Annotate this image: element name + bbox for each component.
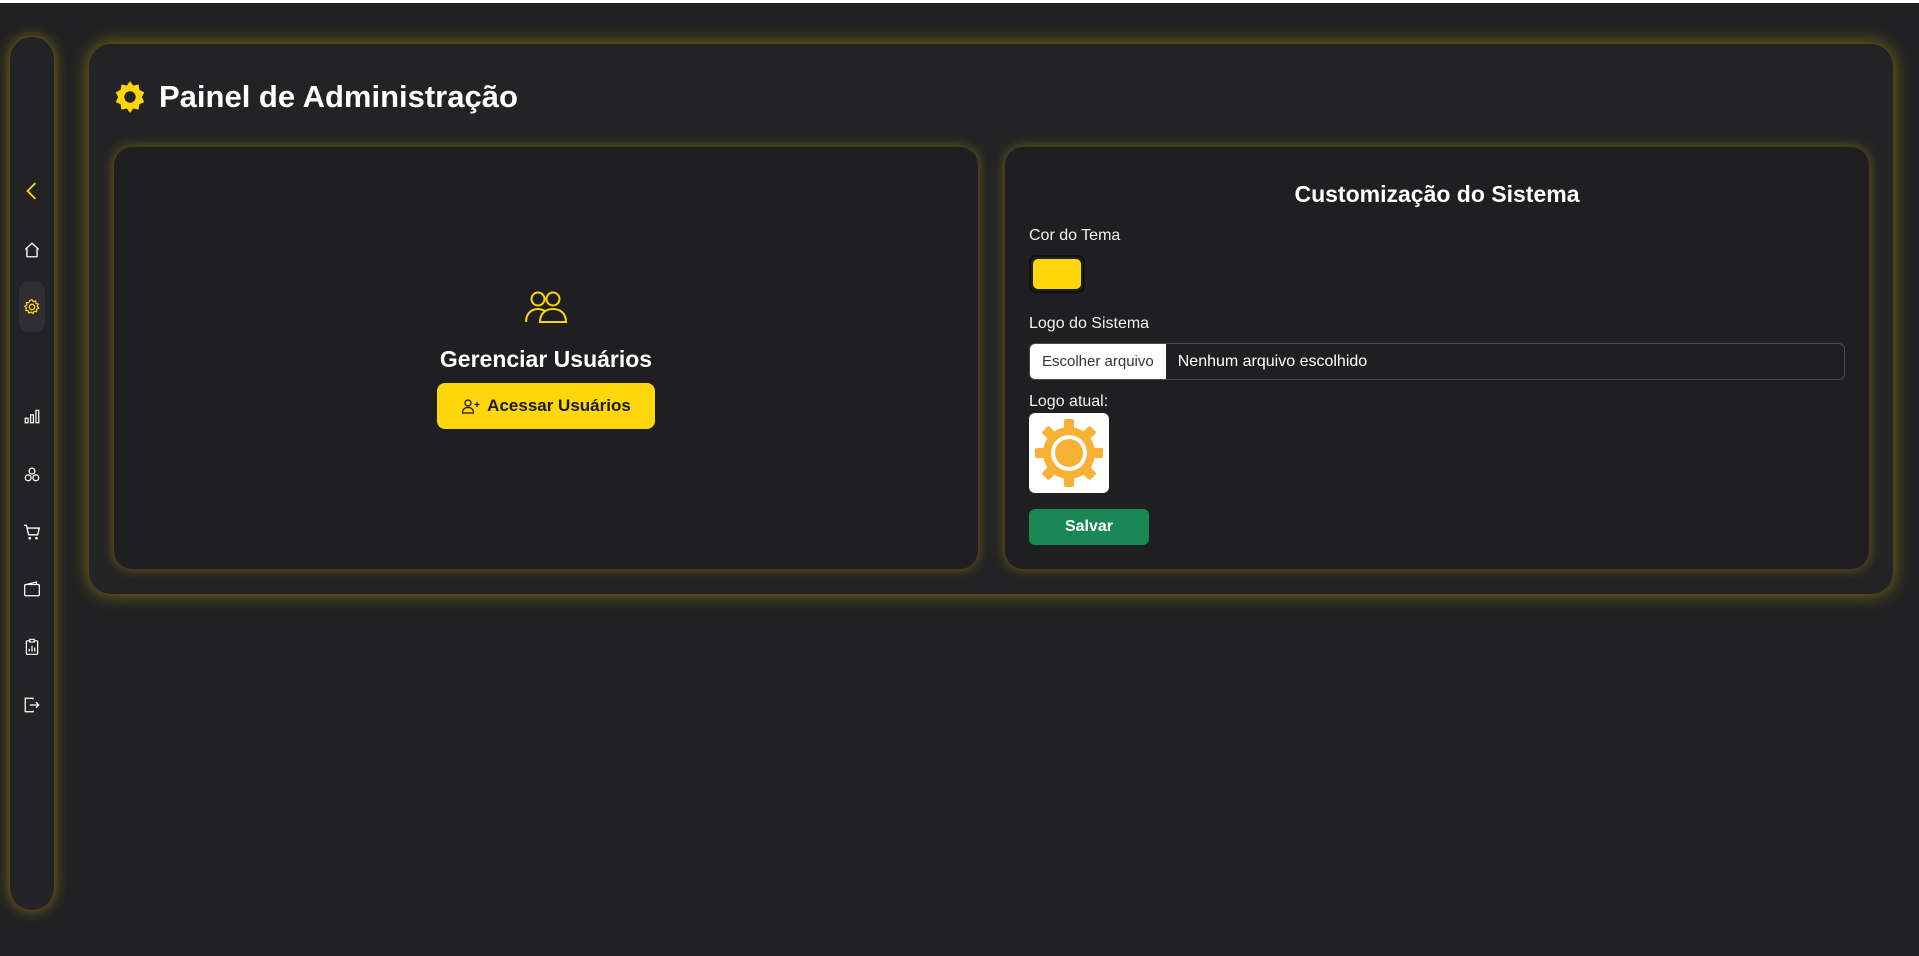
person-plus-icon <box>462 399 480 414</box>
logo-file-input[interactable]: Escolher arquivo Nenhum arquivo escolhid… <box>1029 343 1845 380</box>
current-logo-label: Logo atual: <box>1029 393 1109 410</box>
manage-users-card: Gerenciar Usuários Acessar Usuários <box>114 147 978 569</box>
sidebar-item-cart[interactable] <box>19 519 45 545</box>
boxes-icon <box>24 467 40 482</box>
logo-label: Logo do Sistema <box>1029 315 1150 332</box>
admin-panel: Painel de Administração Gerenciar Usuári… <box>89 44 1893 594</box>
users-icon-wrapper <box>524 289 568 330</box>
page-title-text: Painel de Administração <box>159 79 518 114</box>
theme-color-picker[interactable] <box>1029 255 1085 293</box>
window-top-edge <box>0 0 1919 3</box>
gear-logo-icon <box>1035 419 1103 487</box>
gear-icon <box>115 81 145 113</box>
customization-card: Customização do Sistema Cor do Tema Logo… <box>1005 147 1869 569</box>
sidebar-item-admin[interactable] <box>19 282 45 332</box>
sidebar-item-products[interactable] <box>19 462 45 488</box>
users-icon <box>525 291 568 323</box>
wallet-icon <box>24 581 40 597</box>
sidebar-item-home[interactable] <box>19 237 45 263</box>
theme-color-label: Cor do Tema <box>1029 227 1121 244</box>
save-button[interactable]: Salvar <box>1029 509 1149 545</box>
file-status-text: Nenhum arquivo escolhido <box>1177 352 1368 370</box>
sidebar-item-wallet[interactable] <box>19 576 45 602</box>
home-icon <box>24 242 40 258</box>
manage-users-title: Gerenciar Usuários <box>439 346 653 372</box>
theme-color-swatch <box>1033 259 1081 289</box>
cart-icon <box>24 524 41 540</box>
page-title: Painel de Administração <box>111 78 518 116</box>
choose-file-button[interactable]: Escolher arquivo <box>1030 344 1166 379</box>
clipboard-chart-icon <box>25 638 39 655</box>
bar-chart-icon <box>24 409 40 424</box>
manage-users-block: Gerenciar Usuários Acessar Usuários <box>114 289 978 429</box>
current-logo-image <box>1029 413 1109 493</box>
access-users-button[interactable]: Acessar Usuários <box>437 383 655 429</box>
sidebar-item-logout[interactable] <box>19 692 45 718</box>
customization-title: Customização do Sistema <box>1294 181 1580 207</box>
gear-icon <box>24 299 40 315</box>
chevron-left-icon <box>26 182 37 200</box>
access-users-label: Acessar Usuários <box>487 396 631 415</box>
sidebar <box>10 37 54 910</box>
logout-icon <box>24 697 40 713</box>
sidebar-collapse-button[interactable] <box>19 178 45 204</box>
sidebar-item-reports[interactable] <box>19 403 45 429</box>
sidebar-item-clipboard[interactable] <box>19 634 45 660</box>
